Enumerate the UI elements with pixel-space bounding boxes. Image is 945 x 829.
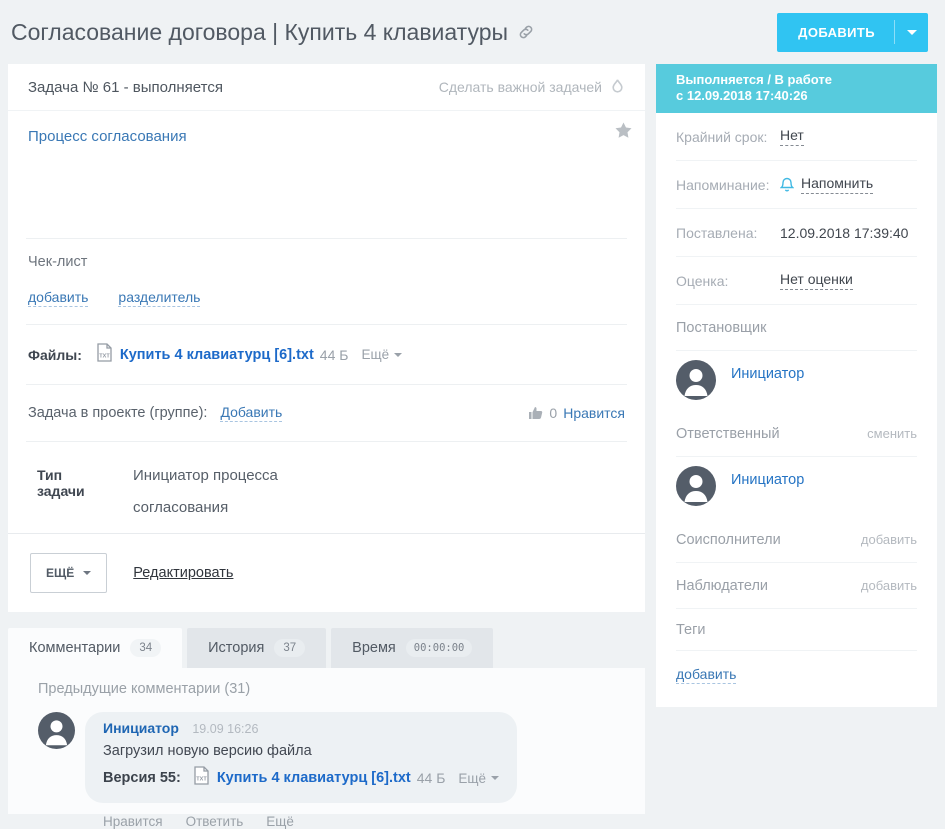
avatar[interactable] — [676, 360, 716, 400]
status-line2: с 12.09.2018 17:40:26 — [676, 88, 917, 104]
reminder-link[interactable]: Напомнить — [801, 175, 873, 194]
page-header: Согласование договора | Купить 4 клавиат… — [0, 0, 945, 64]
comment-bubble: Инициатор 19.09 16:26 Загрузил новую вер… — [85, 712, 517, 803]
link-icon[interactable] — [518, 24, 534, 45]
comments-panel: Предыдущие комментарии (31) Инициатор 19… — [8, 668, 645, 814]
deadline-label: Крайний срок: — [676, 129, 780, 145]
version-label: Версия 55: — [103, 770, 181, 786]
coexecutors-section-title: Соисполнители — [676, 532, 781, 548]
bell-icon — [780, 177, 794, 193]
status-line1: Выполняется / В работе — [676, 72, 917, 88]
comment-author-link[interactable]: Инициатор — [103, 720, 179, 736]
coexecutors-add-link[interactable]: добавить — [861, 532, 917, 547]
process-link[interactable]: Процесс согласования — [28, 128, 187, 145]
checklist-add-link[interactable]: добавить — [28, 289, 88, 307]
comment-file-size: 44 Б — [417, 770, 446, 786]
comment-file-more-button[interactable]: Ещё — [458, 771, 499, 786]
comment-timestamp: 19.09 16:26 — [192, 722, 258, 736]
chevron-down-icon — [907, 30, 917, 35]
make-important-label: Сделать важной задачей — [439, 79, 602, 95]
tab-comments-label: Комментарии — [29, 640, 120, 656]
tags-add-link[interactable]: добавить — [676, 666, 736, 684]
task-number-status: Задача № 61 - выполняется — [28, 79, 223, 96]
comment-more-link[interactable]: Ещё — [266, 814, 294, 829]
flame-icon — [610, 78, 625, 96]
tab-history-label: История — [208, 640, 264, 656]
tags-section-title: Теги — [676, 622, 706, 638]
checklist-divider-link[interactable]: разделитель — [118, 289, 200, 307]
tab-time-badge: 00:00:00 — [406, 639, 473, 657]
tab-history-badge: 37 — [274, 639, 305, 657]
comment-reply-link[interactable]: Ответить — [186, 814, 244, 829]
page-title: Согласование договора | Купить 4 клавиат… — [11, 19, 508, 46]
file-link[interactable]: Купить 4 клавиатурц [6].txt — [120, 347, 314, 363]
previous-comments-link[interactable]: Предыдущие комментарии (31) — [38, 681, 645, 697]
responsible-section-title: Ответственный — [676, 426, 780, 442]
more-actions-label: ЕЩЁ — [46, 566, 74, 580]
avatar[interactable] — [38, 712, 75, 749]
file-more-button[interactable]: Ещё — [361, 347, 402, 362]
tab-comments[interactable]: Комментарии 34 — [8, 628, 182, 668]
star-icon[interactable] — [615, 122, 632, 143]
rating-label: Оценка: — [676, 273, 780, 289]
tab-time[interactable]: Время 00:00:00 — [331, 628, 493, 668]
observers-add-link[interactable]: добавить — [861, 578, 917, 593]
responsible-change-link[interactable]: сменить — [867, 426, 917, 441]
comment-file-link[interactable]: Купить 4 клавиатурц [6].txt — [217, 770, 411, 786]
tab-comments-badge: 34 — [130, 639, 161, 657]
checklist-title: Чек-лист — [28, 254, 625, 270]
svg-text:TXT: TXT — [99, 353, 110, 359]
txt-file-icon: TXT — [193, 766, 210, 790]
project-add-link[interactable]: Добавить — [220, 404, 282, 422]
avatar[interactable] — [676, 466, 716, 506]
observers-section-title: Наблюдатели — [676, 578, 768, 594]
comment-text: Загрузил новую версию файла — [103, 743, 499, 759]
chevron-down-icon — [491, 776, 499, 780]
reminder-label: Напоминание: — [676, 177, 780, 193]
likes-count: 0 — [549, 405, 557, 421]
tab-history[interactable]: История 37 — [187, 628, 326, 668]
chevron-down-icon — [83, 571, 91, 575]
task-card: Задача № 61 - выполняется Сделать важной… — [8, 64, 645, 612]
file-more-label: Ещё — [361, 347, 389, 362]
add-task-dropdown[interactable] — [895, 30, 928, 35]
edit-task-link[interactable]: Редактировать — [133, 565, 233, 581]
make-important-button[interactable]: Сделать важной задачей — [439, 78, 625, 96]
created-label: Поставлена: — [676, 225, 780, 241]
comment-file-more-label: Ещё — [458, 771, 486, 786]
person-icon — [676, 466, 716, 506]
creator-section-title: Постановщик — [676, 320, 766, 336]
comment-like-link[interactable]: Нравится — [103, 814, 163, 829]
responsible-name-link[interactable]: Инициатор — [731, 472, 804, 506]
files-label: Файлы: — [28, 347, 82, 363]
txt-file-icon: TXT — [96, 343, 113, 367]
svg-text:TXT: TXT — [196, 777, 207, 783]
task-type-label: Тип задачи — [37, 467, 113, 533]
project-label: Задача в проекте (группе): — [28, 405, 207, 421]
task-sidebar: Выполняется / В работе с 12.09.2018 17:4… — [656, 64, 937, 707]
rating-value[interactable]: Нет оценки — [780, 271, 853, 290]
add-task-button[interactable]: ДОБАВИТЬ — [777, 13, 928, 52]
more-actions-button[interactable]: ЕЩЁ — [30, 553, 107, 593]
person-icon — [38, 712, 75, 749]
person-icon — [676, 360, 716, 400]
creator-name-link[interactable]: Инициатор — [731, 366, 804, 400]
file-size: 44 Б — [320, 347, 349, 363]
comment-item: Инициатор 19.09 16:26 Загрузил новую вер… — [38, 712, 645, 803]
tab-bar: Комментарии 34 История 37 Время 00:00:00 — [8, 628, 645, 668]
task-type-value: Инициатор процесса согласования — [133, 460, 308, 533]
likes-link[interactable]: Нравится — [563, 405, 625, 421]
status-banner: Выполняется / В работе с 12.09.2018 17:4… — [656, 64, 937, 113]
thumbs-up-icon — [528, 406, 543, 420]
chevron-down-icon — [394, 353, 402, 357]
deadline-value[interactable]: Нет — [780, 127, 804, 146]
add-task-button-label[interactable]: ДОБАВИТЬ — [777, 25, 894, 40]
created-value: 12.09.2018 17:39:40 — [780, 225, 908, 241]
tab-time-label: Время — [352, 640, 396, 656]
